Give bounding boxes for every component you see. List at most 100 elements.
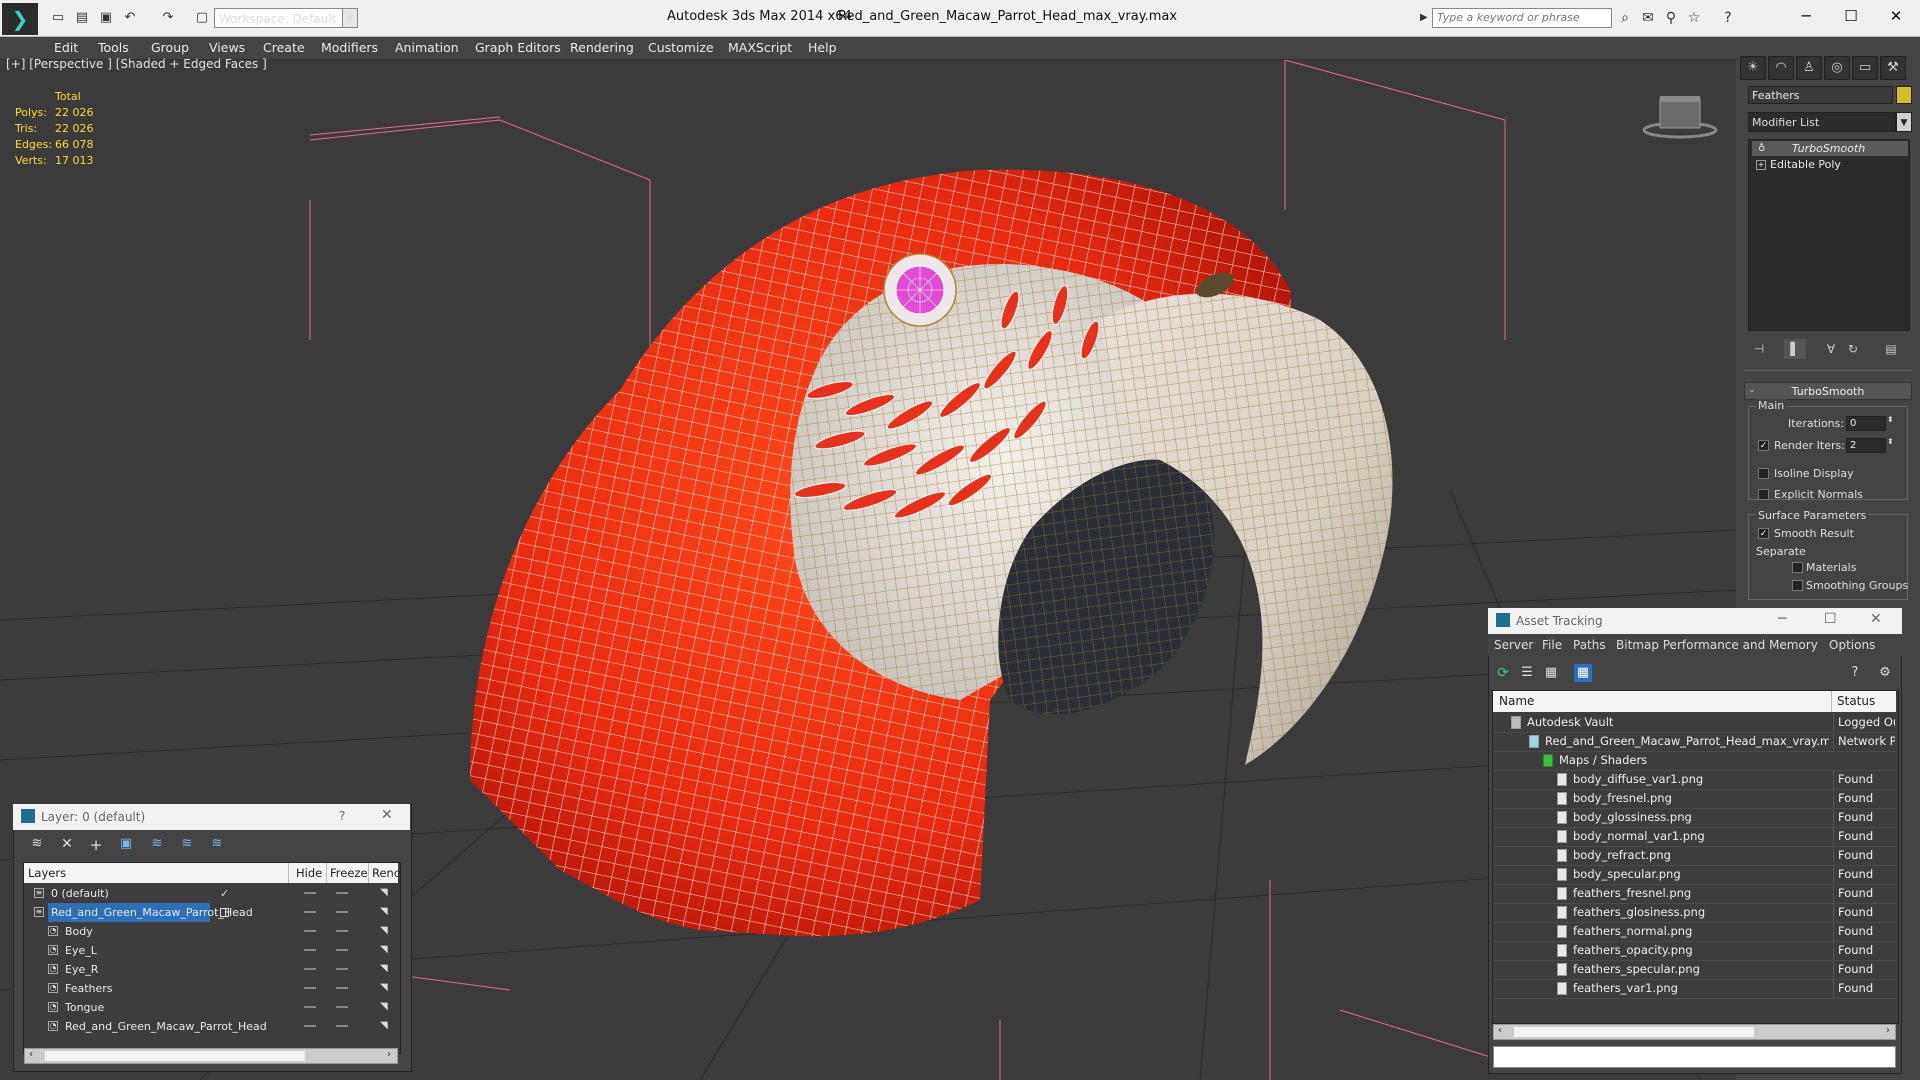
render-teapot-icon[interactable]: ◥ [380, 982, 391, 993]
freeze-toggle[interactable] [336, 987, 348, 989]
communication-center-icon[interactable]: ✉ [1638, 9, 1658, 27]
menu-tools[interactable]: Tools [98, 37, 129, 59]
asset-menu-server[interactable]: Server [1494, 638, 1533, 652]
asset-minimize-icon[interactable]: ─ [1778, 611, 1786, 627]
layer-row[interactable]: ◔ Red_and_Green_Macaw_Parrot_Head ◥ [24, 1017, 398, 1036]
subscription-icon[interactable]: ⚲ [1661, 9, 1681, 27]
asset-menu-paths[interactable]: Paths [1573, 638, 1606, 652]
binoculars-icon[interactable]: ⌕ [1615, 9, 1635, 27]
hierarchy-tab-icon[interactable]: ♙ [1796, 56, 1822, 80]
render-teapot-icon[interactable]: ◥ [380, 963, 391, 974]
asset-scroll-left-icon[interactable]: ‹ [1498, 1025, 1502, 1036]
utilities-tab-icon[interactable]: ⚒ [1880, 56, 1906, 80]
info-center-arrow-icon[interactable]: ▶ [1420, 9, 1430, 27]
layer-col-layers[interactable]: Layers [28, 866, 66, 880]
explicit-normals-checkbox[interactable] [1758, 489, 1769, 500]
layer-help-icon[interactable]: ? [339, 809, 345, 823]
app-logo-icon[interactable]: ❯ [2, 3, 38, 35]
menu-create[interactable]: Create [263, 37, 305, 59]
viewport-label[interactable]: [+] [Perspective ] [Shaded + Edged Faces… [6, 57, 267, 71]
add-to-layer-icon[interactable]: + [87, 836, 105, 854]
menu-views[interactable]: Views [209, 37, 245, 59]
asset-col-name[interactable]: Name [1499, 694, 1534, 708]
table-view-icon[interactable]: ▦ [1542, 664, 1560, 682]
asset-table-row[interactable]: feathers_specular.png Found [1493, 960, 1896, 980]
hide-toggle[interactable] [304, 949, 316, 951]
create-tab-icon[interactable]: ☀ [1740, 56, 1766, 80]
layer-row[interactable]: ◔ Body ◥ [24, 922, 398, 941]
menu-graph-editors[interactable]: Graph Editors [475, 37, 561, 59]
asset-table-row[interactable]: body_refract.png Found [1493, 846, 1896, 866]
modifier-list-dropdown[interactable]: Modifier List [1748, 112, 1896, 132]
render-teapot-icon[interactable]: ◥ [380, 906, 391, 917]
make-current-layer-box-icon[interactable] [220, 908, 229, 917]
render-iters-spin-arrows-icon[interactable]: ⬍ [1887, 437, 1894, 446]
asset-col-status[interactable]: Status [1837, 694, 1875, 708]
isoline-display-checkbox[interactable] [1758, 468, 1769, 479]
asset-settings-icon[interactable]: ⚙ [1876, 664, 1894, 682]
object-name-field[interactable]: Feathers [1748, 86, 1893, 104]
asset-table-row[interactable]: Autodesk Vault Logged Ou [1493, 713, 1896, 733]
minimize-icon[interactable]: ─ [1786, 4, 1826, 28]
hide-toggle[interactable] [304, 987, 316, 989]
layer-row[interactable]: ◔ Feathers ◥ [24, 979, 398, 998]
hide-toggle[interactable] [304, 892, 316, 894]
freeze-toggle[interactable] [336, 1025, 348, 1027]
hide-toggle[interactable] [304, 968, 316, 970]
asset-table-row[interactable]: feathers_normal.png Found [1493, 922, 1896, 942]
menu-rendering[interactable]: Rendering [570, 37, 634, 59]
redo-icon[interactable]: ↷ [158, 9, 178, 27]
layer-row[interactable]: ≡ 0 (default) ✓ ◥ [24, 884, 398, 903]
asset-close-icon[interactable]: ✕ [1870, 611, 1882, 627]
layer-col-freeze[interactable]: Freeze [330, 866, 368, 880]
asset-tracking-titlebar[interactable]: Asset Tracking ─ ☐ ✕ [1488, 608, 1902, 634]
undo-icon[interactable]: ↶ [120, 9, 140, 27]
asset-table-row[interactable]: Red_and_Green_Macaw_Parrot_Head_max_vray… [1493, 732, 1896, 752]
list-view-icon[interactable]: ☰ [1518, 664, 1536, 682]
lightbulb-icon[interactable]: ♁ [1758, 141, 1765, 156]
maximize-icon[interactable]: ☐ [1831, 4, 1871, 28]
asset-help-icon[interactable]: ? [1846, 664, 1864, 682]
layer-scroll-right-icon[interactable]: › [387, 1049, 391, 1060]
freeze-all-layers-icon[interactable]: ≋ [208, 836, 226, 854]
asset-menu-options[interactable]: Options [1829, 638, 1875, 652]
layer-col-render[interactable]: Renc [372, 866, 400, 880]
make-unique-icon[interactable]: ∀ [1820, 339, 1842, 359]
menu-modifiers[interactable]: Modifiers [321, 37, 378, 59]
help-icon[interactable]: ? [1718, 9, 1738, 27]
asset-table-row[interactable]: feathers_opacity.png Found [1493, 941, 1896, 961]
smooth-result-checkbox[interactable]: ✓ [1758, 528, 1769, 539]
hide-toggle[interactable] [304, 1006, 316, 1008]
menu-group[interactable]: Group [151, 37, 189, 59]
freeze-toggle[interactable] [336, 930, 348, 932]
show-end-result-icon[interactable]: ▌ [1784, 339, 1806, 359]
materials-checkbox[interactable] [1792, 562, 1803, 573]
grid-view-icon[interactable]: ▦ [1574, 664, 1592, 682]
new-file-icon[interactable]: ▭ [48, 9, 68, 27]
create-layer-icon[interactable]: ≋ [28, 836, 46, 854]
iterations-spin-arrows-icon[interactable]: ⬍ [1887, 415, 1894, 424]
workspace-dropdown[interactable]: Workspace: Default [214, 8, 352, 28]
delete-layer-icon[interactable]: ✕ [58, 836, 76, 854]
menu-maxscript[interactable]: MAXScript [728, 37, 792, 59]
menu-animation[interactable]: Animation [395, 37, 459, 59]
save-file-icon[interactable]: ▣ [96, 9, 116, 27]
asset-table-row[interactable]: body_normal_var1.png Found [1493, 827, 1896, 847]
workspace-dropdown-arrow-icon[interactable]: ▼ [342, 8, 358, 28]
stack-item-editable-poly[interactable]: + Editable Poly [1752, 157, 1908, 172]
highlight-layer-icon[interactable]: ≋ [148, 836, 166, 854]
close-icon[interactable]: ✕ [1876, 4, 1916, 28]
menu-edit[interactable]: Edit [54, 37, 78, 59]
asset-table-row[interactable]: feathers_var1.png Found [1493, 979, 1896, 999]
modifier-list-arrow-icon[interactable]: ▼ [1896, 112, 1912, 132]
pin-stack-icon[interactable]: ⊣ [1748, 339, 1770, 359]
asset-table-row[interactable]: body_fresnel.png Found [1493, 789, 1896, 809]
render-teapot-icon[interactable]: ◥ [380, 944, 391, 955]
asset-path-field[interactable] [1493, 1046, 1896, 1068]
display-tab-icon[interactable]: ▭ [1852, 56, 1878, 80]
asset-scroll-thumb[interactable] [1514, 1027, 1754, 1037]
layer-manager-titlebar[interactable]: Layer: 0 (default) ? ✕ [13, 804, 410, 830]
asset-table-row[interactable]: feathers_glosiness.png Found [1493, 903, 1896, 923]
current-layer-check-icon[interactable]: ✓ [220, 884, 229, 903]
render-iters-spinner[interactable]: 2 [1846, 438, 1886, 453]
